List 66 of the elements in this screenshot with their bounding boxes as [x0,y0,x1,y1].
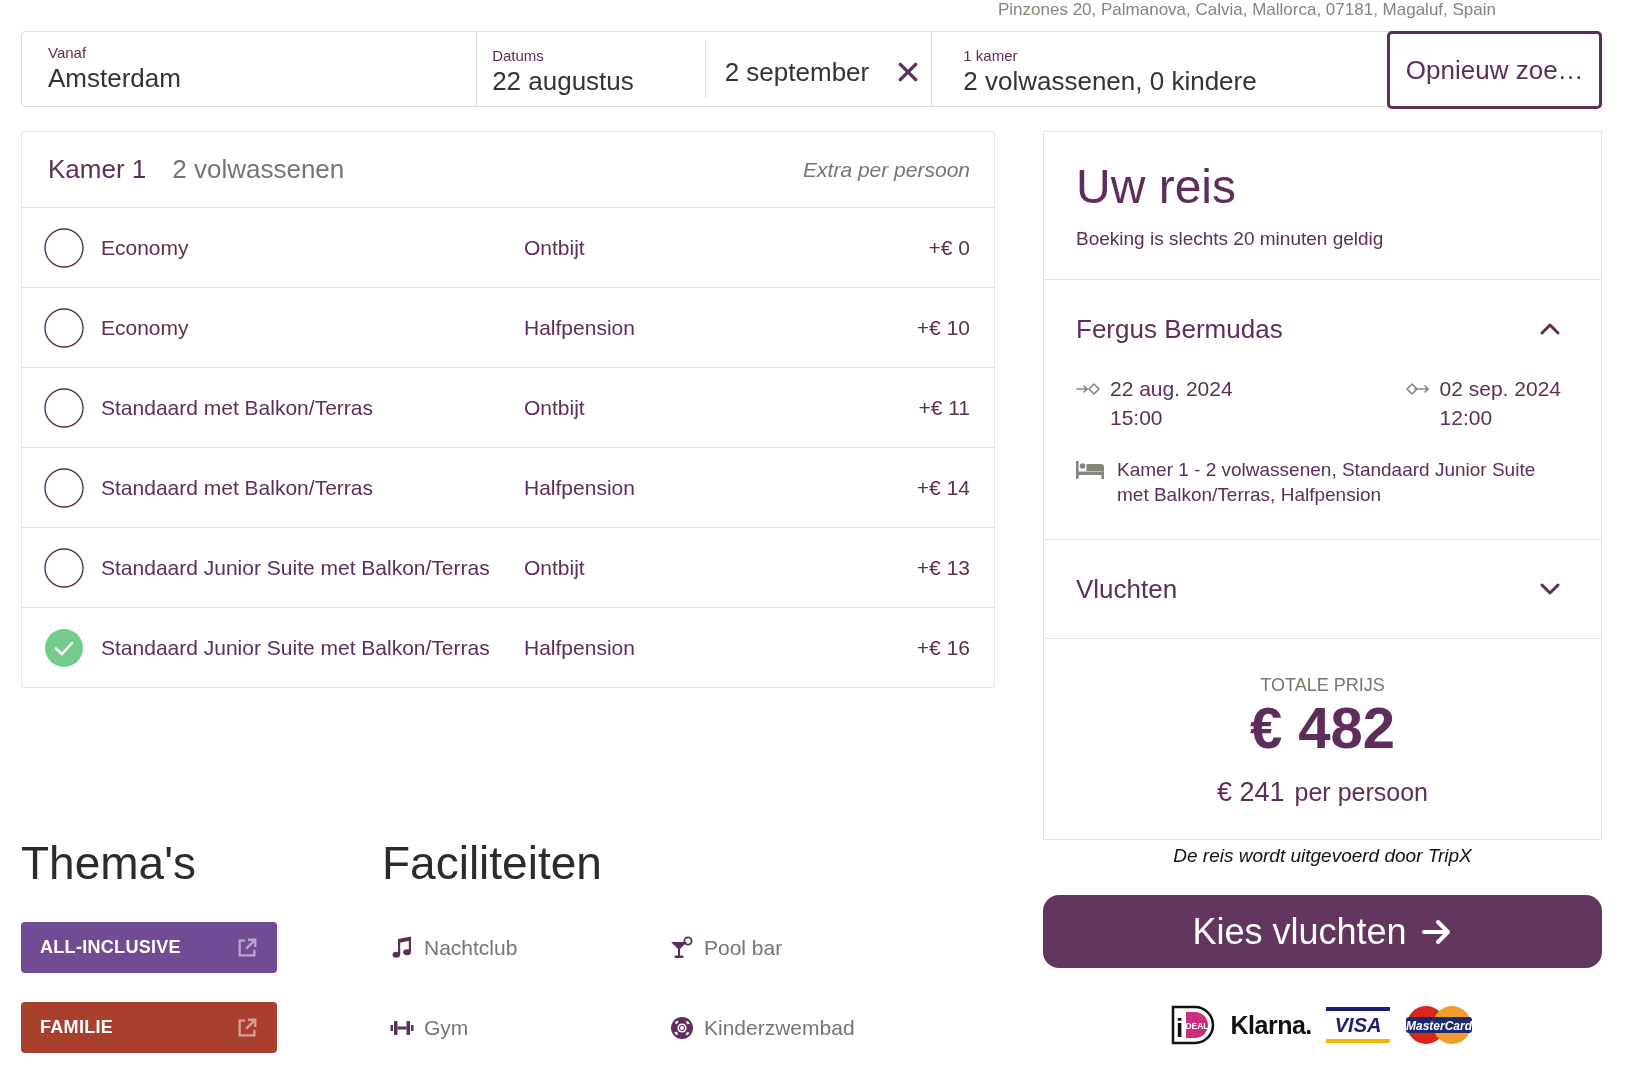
section-heading: Faciliteiten [382,836,602,891]
flights-title: Vluchten [1076,573,1178,606]
theme-button[interactable]: FAMILIE [21,1002,277,1053]
extra-price: +€ 10 [916,314,970,341]
lifebuoy-icon [670,1015,694,1040]
total-label: TOTALE PRIJS [1260,674,1385,696]
per-person-label: per persoon [1294,777,1428,808]
payment-logo: VISA [1325,1007,1391,1043]
departure-field[interactable]: Vanaf Amsterdam [22,32,478,106]
radio-button[interactable] [44,227,84,268]
extra-price: +€ 14 [916,474,970,501]
per-person-price: € 241 [1217,776,1285,809]
choose-flights-button[interactable]: Kies vluchten [1043,895,1602,968]
hotel-name: Fergus Bermudas [1076,313,1283,346]
board-type: Ontbijt [524,554,585,581]
music-note-icon [390,935,414,960]
board-type: Halfpension [524,474,635,501]
room-summary: Kamer 1 - 2 volwassenen, Standaard Junior Suite met Balkon/Terras, Halfpension [1117,458,1537,507]
start-date-field[interactable]: Datums 22 augustus [477,32,705,106]
extra-price: +€ 13 [916,554,970,581]
total-price: € 482 [1249,698,1396,758]
external-link-icon [236,1016,258,1039]
cocktail-glass-icon [670,935,694,960]
room-type: Standaard met Balkon/Terras [101,395,373,419]
search-again-button[interactable]: Opnieuw zoe… [1387,31,1602,109]
payment-logo: Klarna. [1230,1010,1312,1040]
room-type: Economy [101,235,189,259]
extra-price: +€ 0 [928,234,970,261]
validity-note: Boeking is slechts 20 minuten geldig [1076,227,1384,251]
extra-price: +€ 11 [918,394,970,421]
column-header: Extra per persoon [803,156,970,183]
date-text: 02 sep. 2024 [1439,377,1561,400]
guest-count: 2 volwassenen [172,153,345,186]
theme-button[interactable]: ALL-INCLUSIVE [21,922,277,973]
guests-field[interactable]: 1 kamer 2 volwassenen, 0 kindere [932,32,1388,106]
radio-button[interactable] [44,387,84,428]
date-text: 22 aug. 2024 [1110,377,1233,400]
room-type: Standaard met Balkon/Terras [101,475,373,499]
room-type: Standaard Junior Suite met Balkon/Terras [101,635,490,659]
facility-label: Pool bar [704,934,783,961]
radio-button[interactable] [44,467,84,508]
room-type: Economy [101,315,189,339]
board-type: Halfpension [524,314,635,341]
end-date-field[interactable]: 2 september [704,32,933,106]
room-type: Standaard Junior Suite met Balkon/Terras [101,555,490,579]
facility-label: Kinderzwembad [704,1014,855,1041]
radio-button[interactable] [44,307,84,348]
board-type: Ontbijt [524,394,585,421]
payment-logo: MasterCard [1404,1005,1475,1045]
radio-button[interactable] [44,547,84,588]
panel-title: Uw reis [1076,159,1236,215]
operator-note: De reis wordt uitgevoerd door TripX [1173,844,1472,868]
facility-label: Nachtclub [424,934,518,961]
bed-icon [1076,461,1104,479]
time-text: 15:00 [1110,406,1163,429]
section-heading: Thema's [21,836,196,891]
board-type: Halfpension [524,634,635,661]
hotel-address: Pinzones 20, Palmanova, Calvia, Mallorca, 07181, Magaluf, Spain [998,0,1496,20]
facility-label: Gym [424,1014,469,1041]
extra-price: +€ 16 [916,634,970,661]
room-title: Kamer 1 [48,153,147,186]
external-link-icon [236,936,258,959]
close-icon[interactable] [897,61,920,83]
time-text: 12:00 [1439,406,1493,429]
board-type: Ontbijt [524,234,585,261]
radio-button[interactable] [44,627,84,668]
